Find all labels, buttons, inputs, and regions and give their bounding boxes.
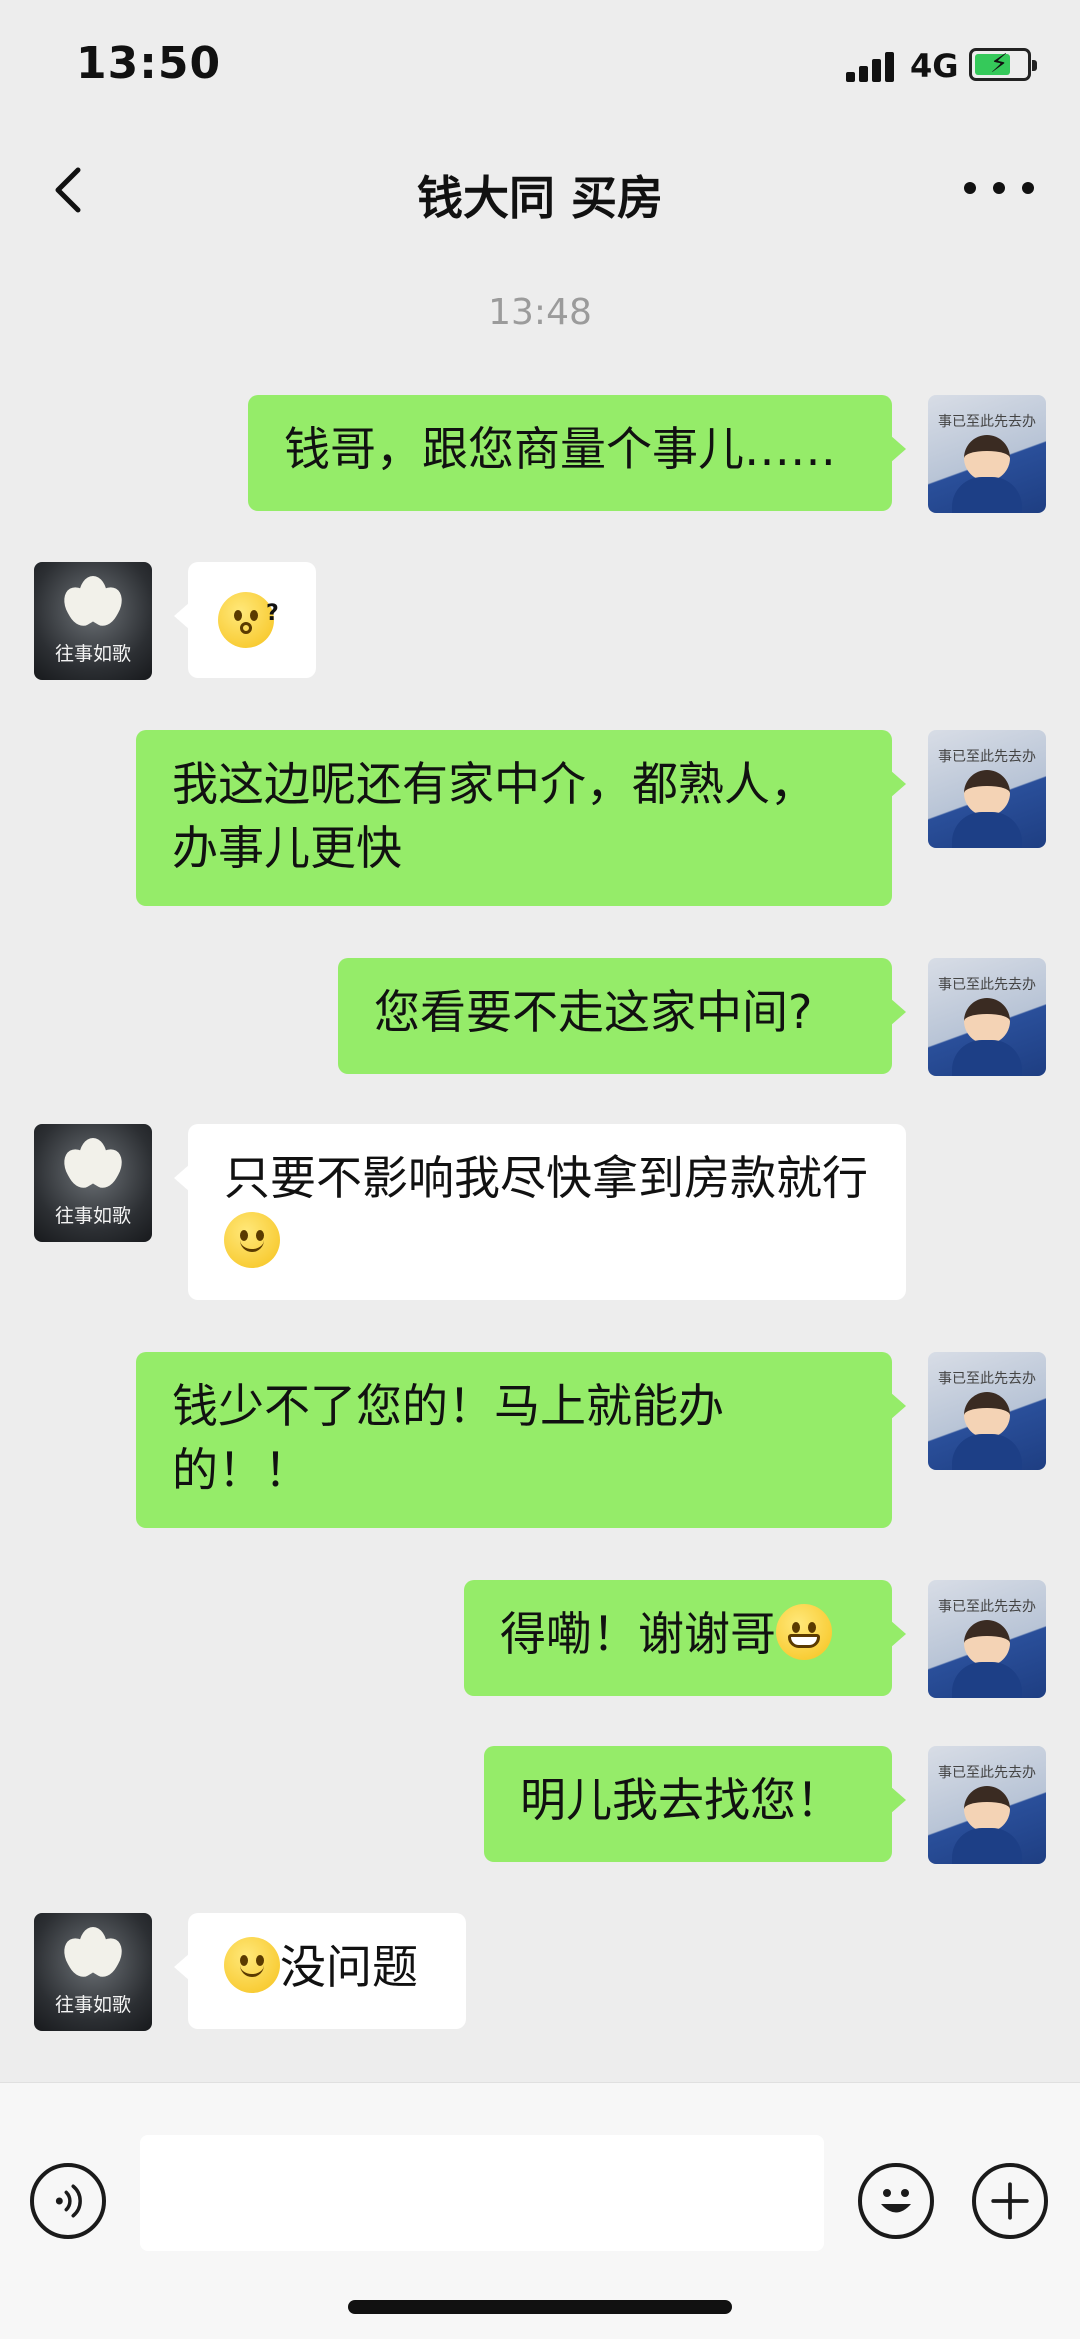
smile-emoji: [224, 1937, 280, 1993]
status-bar: 13:50 4G ⚡: [0, 0, 1080, 130]
battery-icon: ⚡: [969, 48, 1037, 81]
my-avatar[interactable]: 事已至此先去办: [928, 730, 1046, 848]
my-avatar[interactable]: 事已至此先去办: [928, 1580, 1046, 1698]
question-mark-icon: ?: [266, 601, 279, 626]
avatar-caption: 往事如歌: [54, 1994, 131, 2016]
signal-icon: [846, 50, 898, 82]
my-avatar[interactable]: 事已至此先去办: [928, 1746, 1046, 1864]
status-time: 13:50: [76, 38, 222, 89]
grin-emoji: [776, 1604, 832, 1660]
my-avatar[interactable]: 事已至此先去办: [928, 1352, 1046, 1470]
incoming-message[interactable]: 只要不影响我尽快拿到房款就行: [174, 1124, 906, 1300]
avatar-caption: 事已至此先去办: [938, 1371, 1036, 1387]
message-text: 我这边呢还有家中介，都熟人，办事儿更快: [172, 757, 816, 875]
smile-emoji: [224, 1212, 280, 1268]
avatar-caption: 事已至此先去办: [938, 1765, 1036, 1781]
chat-title: 钱大同 买房: [416, 171, 663, 225]
message-row: 明儿我去找您！ 事已至此先去办: [0, 1746, 1080, 1866]
avatar-caption: 事已至此先去办: [938, 1599, 1036, 1615]
message-row: 往事如歌 没问题: [0, 1913, 1080, 2033]
message-row: 我这边呢还有家中介，都熟人，办事儿更快 事已至此先去办: [0, 730, 1080, 910]
message-row: 您看要不走这家中间? 事已至此先去办: [0, 958, 1080, 1078]
voice-icon[interactable]: [30, 2163, 106, 2239]
message-text: 钱少不了您的！马上就能办的！！: [172, 1379, 724, 1497]
message-row: 钱少不了您的！马上就能办的！！ 事已至此先去办: [0, 1352, 1080, 1532]
my-avatar[interactable]: 事已至此先去办: [928, 958, 1046, 1076]
message-text: 得嘞！谢谢哥: [500, 1607, 776, 1661]
message-row: 钱哥，跟您商量个事儿…… 事已至此先去办: [0, 395, 1080, 515]
nav-bar: 钱大同 买房: [0, 130, 1080, 250]
message-text: 没问题: [280, 1940, 418, 1994]
incoming-message[interactable]: ?: [174, 562, 316, 678]
avatar-caption: 事已至此先去办: [938, 977, 1036, 993]
contact-avatar[interactable]: 往事如歌: [34, 1124, 152, 1242]
more-dots-icon[interactable]: [964, 182, 1034, 202]
emoji-icon[interactable]: [858, 2163, 934, 2239]
plus-icon[interactable]: [972, 2163, 1048, 2239]
avatar-caption: 往事如歌: [54, 643, 131, 665]
outgoing-message[interactable]: 钱哥，跟您商量个事儿……: [248, 395, 906, 511]
contact-avatar[interactable]: 往事如歌: [34, 1913, 152, 2031]
outgoing-message[interactable]: 钱少不了您的！马上就能办的！！: [136, 1352, 906, 1528]
message-text: 明儿我去找您！: [520, 1773, 842, 1827]
message-input[interactable]: [140, 2135, 824, 2251]
home-indicator[interactable]: [348, 2300, 732, 2314]
outgoing-message[interactable]: 我这边呢还有家中介，都熟人，办事儿更快: [136, 730, 906, 906]
contact-avatar[interactable]: 往事如歌: [34, 562, 152, 680]
message-row: 得嘞！谢谢哥 事已至此先去办: [0, 1580, 1080, 1700]
message-text: 您看要不走这家中间?: [374, 985, 813, 1039]
outgoing-message[interactable]: 得嘞！谢谢哥: [464, 1580, 906, 1696]
avatar-caption: 事已至此先去办: [938, 749, 1036, 765]
message-row: 往事如歌 ?: [0, 562, 1080, 682]
avatar-caption: 事已至此先去办: [938, 414, 1036, 430]
my-avatar[interactable]: 事已至此先去办: [928, 395, 1046, 513]
avatar-caption: 往事如歌: [54, 1205, 131, 1227]
chat-timestamp: 13:48: [488, 292, 592, 333]
message-text: 只要不影响我尽快拿到房款就行: [224, 1151, 868, 1205]
message-text: 钱哥，跟您商量个事儿……: [284, 422, 836, 476]
outgoing-message[interactable]: 您看要不走这家中间?: [338, 958, 906, 1074]
network-label: 4G: [910, 47, 959, 85]
incoming-message[interactable]: 没问题: [174, 1913, 466, 2029]
message-row: 往事如歌 只要不影响我尽快拿到房款就行: [0, 1124, 1080, 1304]
outgoing-message[interactable]: 明儿我去找您！: [484, 1746, 906, 1862]
